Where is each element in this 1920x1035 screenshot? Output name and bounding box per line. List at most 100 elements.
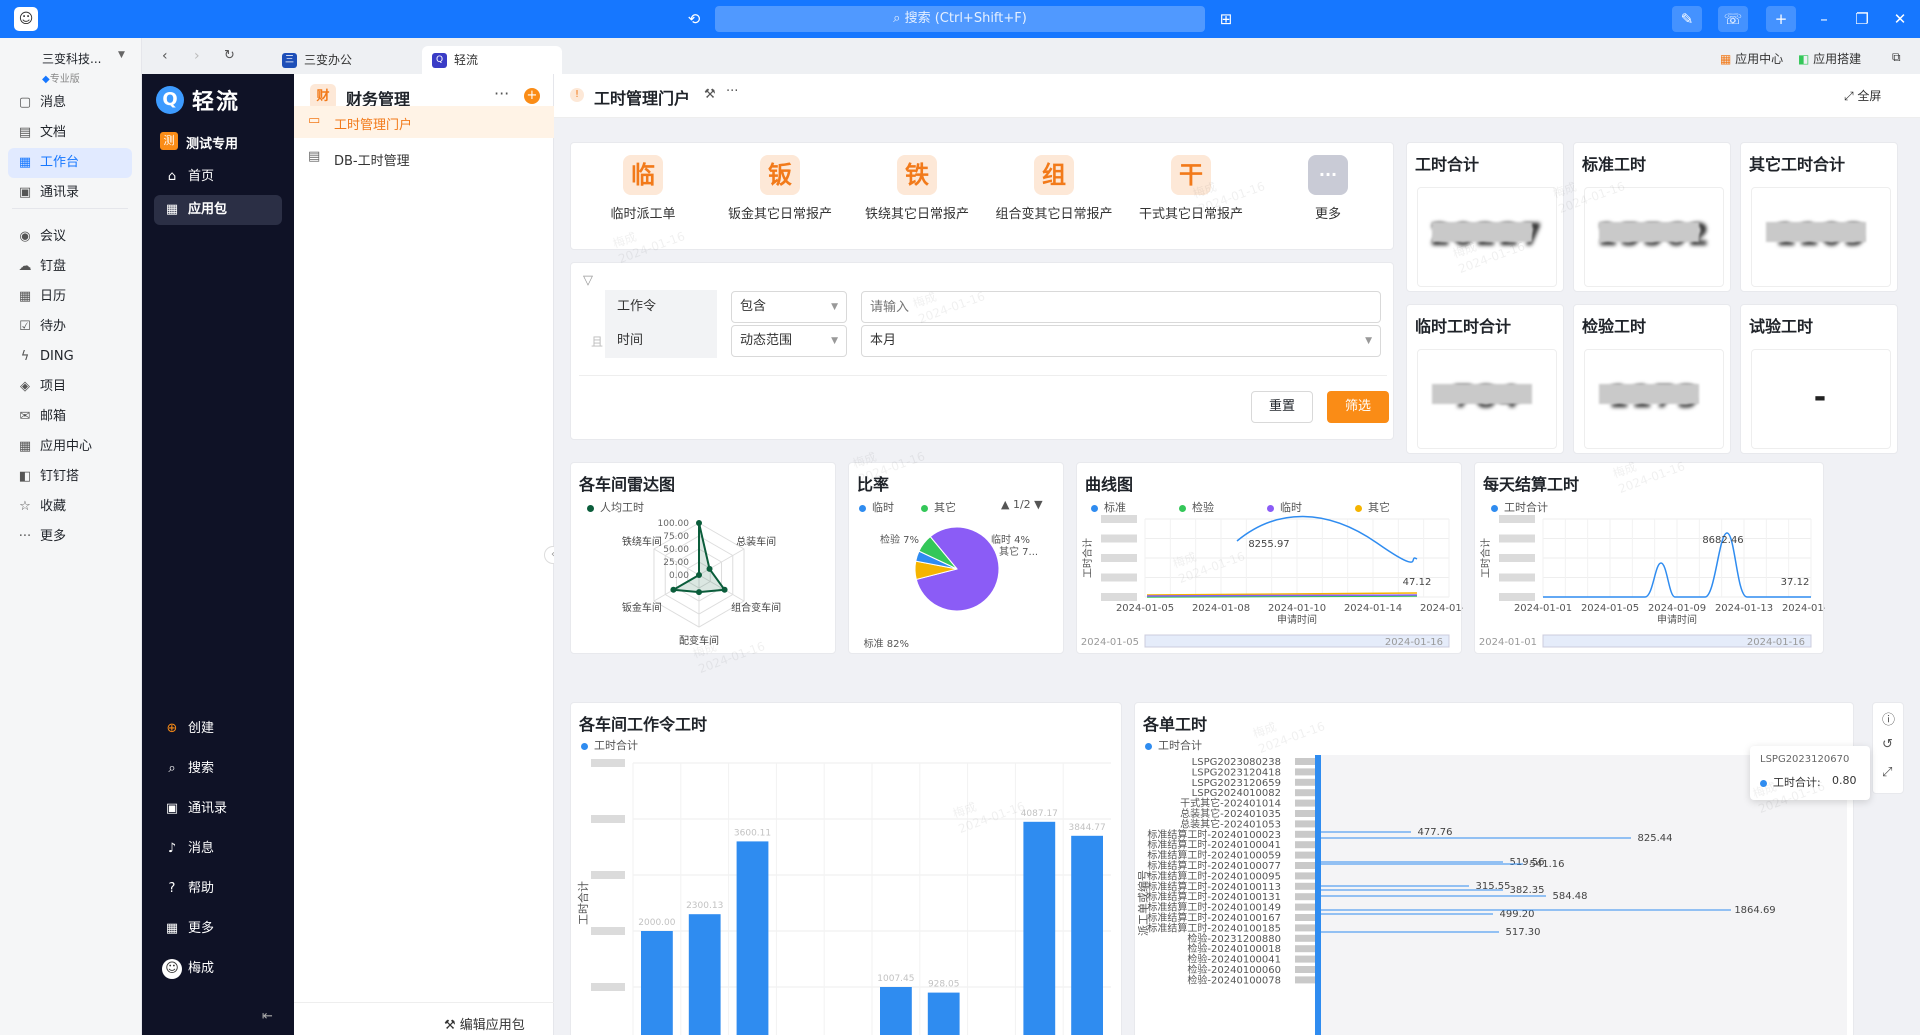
entry-2[interactable]: 铁铁绕其它日常报产 (855, 155, 979, 222)
expand-icon[interactable]: ⤢ (1882, 765, 1892, 780)
chart-title: 各车间工作令工时 (579, 715, 708, 734)
reset-button[interactable]: 重置 (1251, 391, 1313, 423)
ql-bottom-3[interactable]: ♪ 消息 (154, 834, 282, 864)
sidebar-item-1[interactable]: ▤ 文档 (8, 118, 132, 148)
entry-3[interactable]: 组组合变其它日常报产 (992, 155, 1116, 222)
sidebar-item-9[interactable]: ◈ 项目 (8, 372, 132, 402)
minimize-icon[interactable]: – (1812, 6, 1836, 32)
workspace-name[interactable]: 测试专用 (186, 133, 238, 152)
entry-4[interactable]: 干干式其它日常报产 (1129, 155, 1253, 222)
bar[interactable] (641, 931, 673, 1035)
radar-point[interactable] (721, 586, 728, 593)
collapse-icon[interactable]: ⇤ (262, 1009, 273, 1024)
tab-sanbian[interactable]: 三三变办公 (272, 46, 412, 74)
bar[interactable] (688, 914, 721, 1035)
ql-bottom-5[interactable]: ▦ 更多 (154, 914, 282, 944)
legend-dot (1145, 742, 1152, 750)
entry-1[interactable]: 钣钣金其它日常报产 (718, 155, 842, 222)
and-label: 且 (591, 335, 604, 349)
sidebar-item-6[interactable]: ▦ 日历 (8, 282, 132, 312)
filter-op-workorder[interactable]: 包含 ▼ (731, 291, 847, 323)
phone-icon[interactable]: ☏ (1718, 6, 1748, 32)
filter-op-time[interactable]: 动态范围 ▼ (731, 325, 847, 357)
undo-icon[interactable]: ↺ (1882, 737, 1893, 752)
radar-point[interactable] (696, 572, 702, 578)
filter-button[interactable]: 筛选 (1327, 391, 1389, 423)
add-icon[interactable]: + (1766, 6, 1796, 32)
wrench-icon[interactable]: ⚒ (704, 87, 716, 102)
sidebar-item-10[interactable]: ✉ 邮箱 (8, 402, 132, 432)
search-input[interactable]: ⌕ 搜索 (Ctrl+Shift+F) (715, 6, 1205, 32)
app-center-link[interactable]: ▦ 应用中心 (1720, 50, 1783, 67)
legend-dot (1267, 504, 1274, 512)
ql-nav-1[interactable]: ▦ 应用包 (154, 195, 282, 225)
refresh-icon[interactable]: ↻ (224, 48, 235, 63)
add-icon[interactable]: + (524, 88, 540, 104)
sidebar-item-5[interactable]: ☁ 钉盘 (8, 252, 132, 282)
entry-5[interactable]: ··· 更多 (1266, 155, 1390, 222)
builder-icon: ◧ (18, 469, 32, 484)
legend-item[interactable]: 工时合计 (581, 737, 638, 753)
tab-qingliu[interactable]: Q 轻流 (422, 46, 562, 74)
sidebar-item-0[interactable]: ▢ 消息 (8, 88, 132, 118)
bar[interactable] (880, 987, 912, 1035)
radar-point[interactable] (670, 586, 677, 593)
back-icon[interactable]: ‹ (162, 48, 168, 64)
pie-label: 标准 82% (864, 638, 909, 650)
bar[interactable] (1315, 755, 1321, 1035)
app-build-link[interactable]: ◧ 应用搭建 (1798, 50, 1861, 67)
nav-item-db[interactable]: ▤ DB-工时管理 (294, 142, 554, 174)
bar[interactable] (1071, 835, 1103, 1035)
entry-icon: 铁 (897, 155, 937, 195)
ql-bottom-0[interactable]: ⊕ 创建 (154, 714, 282, 744)
nav-item-portal[interactable]: ▭ 工时管理门户 (294, 106, 554, 138)
sidebar-item-8[interactable]: ϟ DING (8, 342, 132, 372)
workorder-input[interactable] (861, 291, 1381, 323)
bar-chart-card: 各车间工作令工时 工时合计 工时合计 2000.00 2300.13 3600.11 1… (570, 702, 1122, 1035)
edit-app-link[interactable]: ⚒ 编辑应用包 (444, 1014, 525, 1033)
magic-icon[interactable]: ✎ (1672, 6, 1702, 32)
line-series[interactable] (1146, 594, 1418, 597)
ql-bottom-1[interactable]: ⌕ 搜索 (154, 754, 282, 784)
sidebar-item-11[interactable]: ▦ 应用中心 (8, 432, 132, 462)
sidebar-item-2[interactable]: ▦ 工作台 (8, 148, 132, 178)
close-icon[interactable]: ✕ (1888, 6, 1912, 32)
org-name[interactable]: 三变科技... (42, 50, 101, 67)
ql-nav-0[interactable]: ⌂ 首页 (154, 162, 282, 192)
ql-bottom-2[interactable]: ▣ 通讯录 (154, 794, 282, 824)
sidebar-item-3[interactable]: ▣ 通讯录 (8, 178, 132, 208)
restore-icon[interactable]: ❐ (1850, 6, 1874, 32)
sidebar-item-4[interactable]: ◉ 会议 (8, 222, 132, 252)
legend-item[interactable]: 工时合计 (1145, 737, 1202, 753)
sidebar-item-14[interactable]: ··· 更多 (8, 522, 132, 552)
todo-icon: ☑ (19, 319, 31, 334)
bar[interactable] (927, 992, 960, 1035)
fullscreen-button[interactable]: ⤢ 全屏 (1844, 87, 1881, 104)
forward-icon[interactable]: › (194, 48, 200, 64)
radar-point[interactable] (696, 589, 702, 596)
more-icon[interactable]: ··· (494, 84, 509, 103)
radar-point[interactable] (696, 519, 702, 526)
category-label: 标准结算工时-20240100023 (1147, 828, 1281, 841)
redacted-tick (1499, 534, 1535, 543)
info-icon[interactable]: ⓘ (1882, 709, 1895, 728)
radar-point[interactable] (706, 565, 713, 572)
legend-pager[interactable]: ▲ 1/2 ▼ (1001, 498, 1043, 511)
entry-0[interactable]: 临临时派工单 (581, 155, 705, 222)
chevron-down-icon[interactable]: ▼ (118, 50, 125, 60)
history-icon[interactable]: ⟲ (682, 6, 706, 32)
workspace-icon: 测 (160, 132, 178, 150)
category-label: 标准结算工时-20240100167 (1147, 911, 1281, 924)
popout-icon[interactable]: ⧉ (1892, 50, 1901, 65)
bar[interactable] (1023, 821, 1056, 1035)
sidebar-item-7[interactable]: ☑ 待办 (8, 312, 132, 342)
time-range-select[interactable]: 本月 ▼ (861, 325, 1381, 357)
ql-bottom-6[interactable]: ☺ 梅成 (154, 954, 282, 984)
sidebar-item-13[interactable]: ☆ 收藏 (8, 492, 132, 522)
sidebar-item-12[interactable]: ◧ 钉钉搭 (8, 462, 132, 492)
bar[interactable] (736, 841, 769, 1035)
more-icon[interactable]: ··· (726, 84, 738, 99)
grid-icon[interactable]: ⊞ (1214, 6, 1238, 32)
avatar[interactable]: ☺ (14, 7, 38, 31)
ql-bottom-4[interactable]: ? 帮助 (154, 874, 282, 904)
